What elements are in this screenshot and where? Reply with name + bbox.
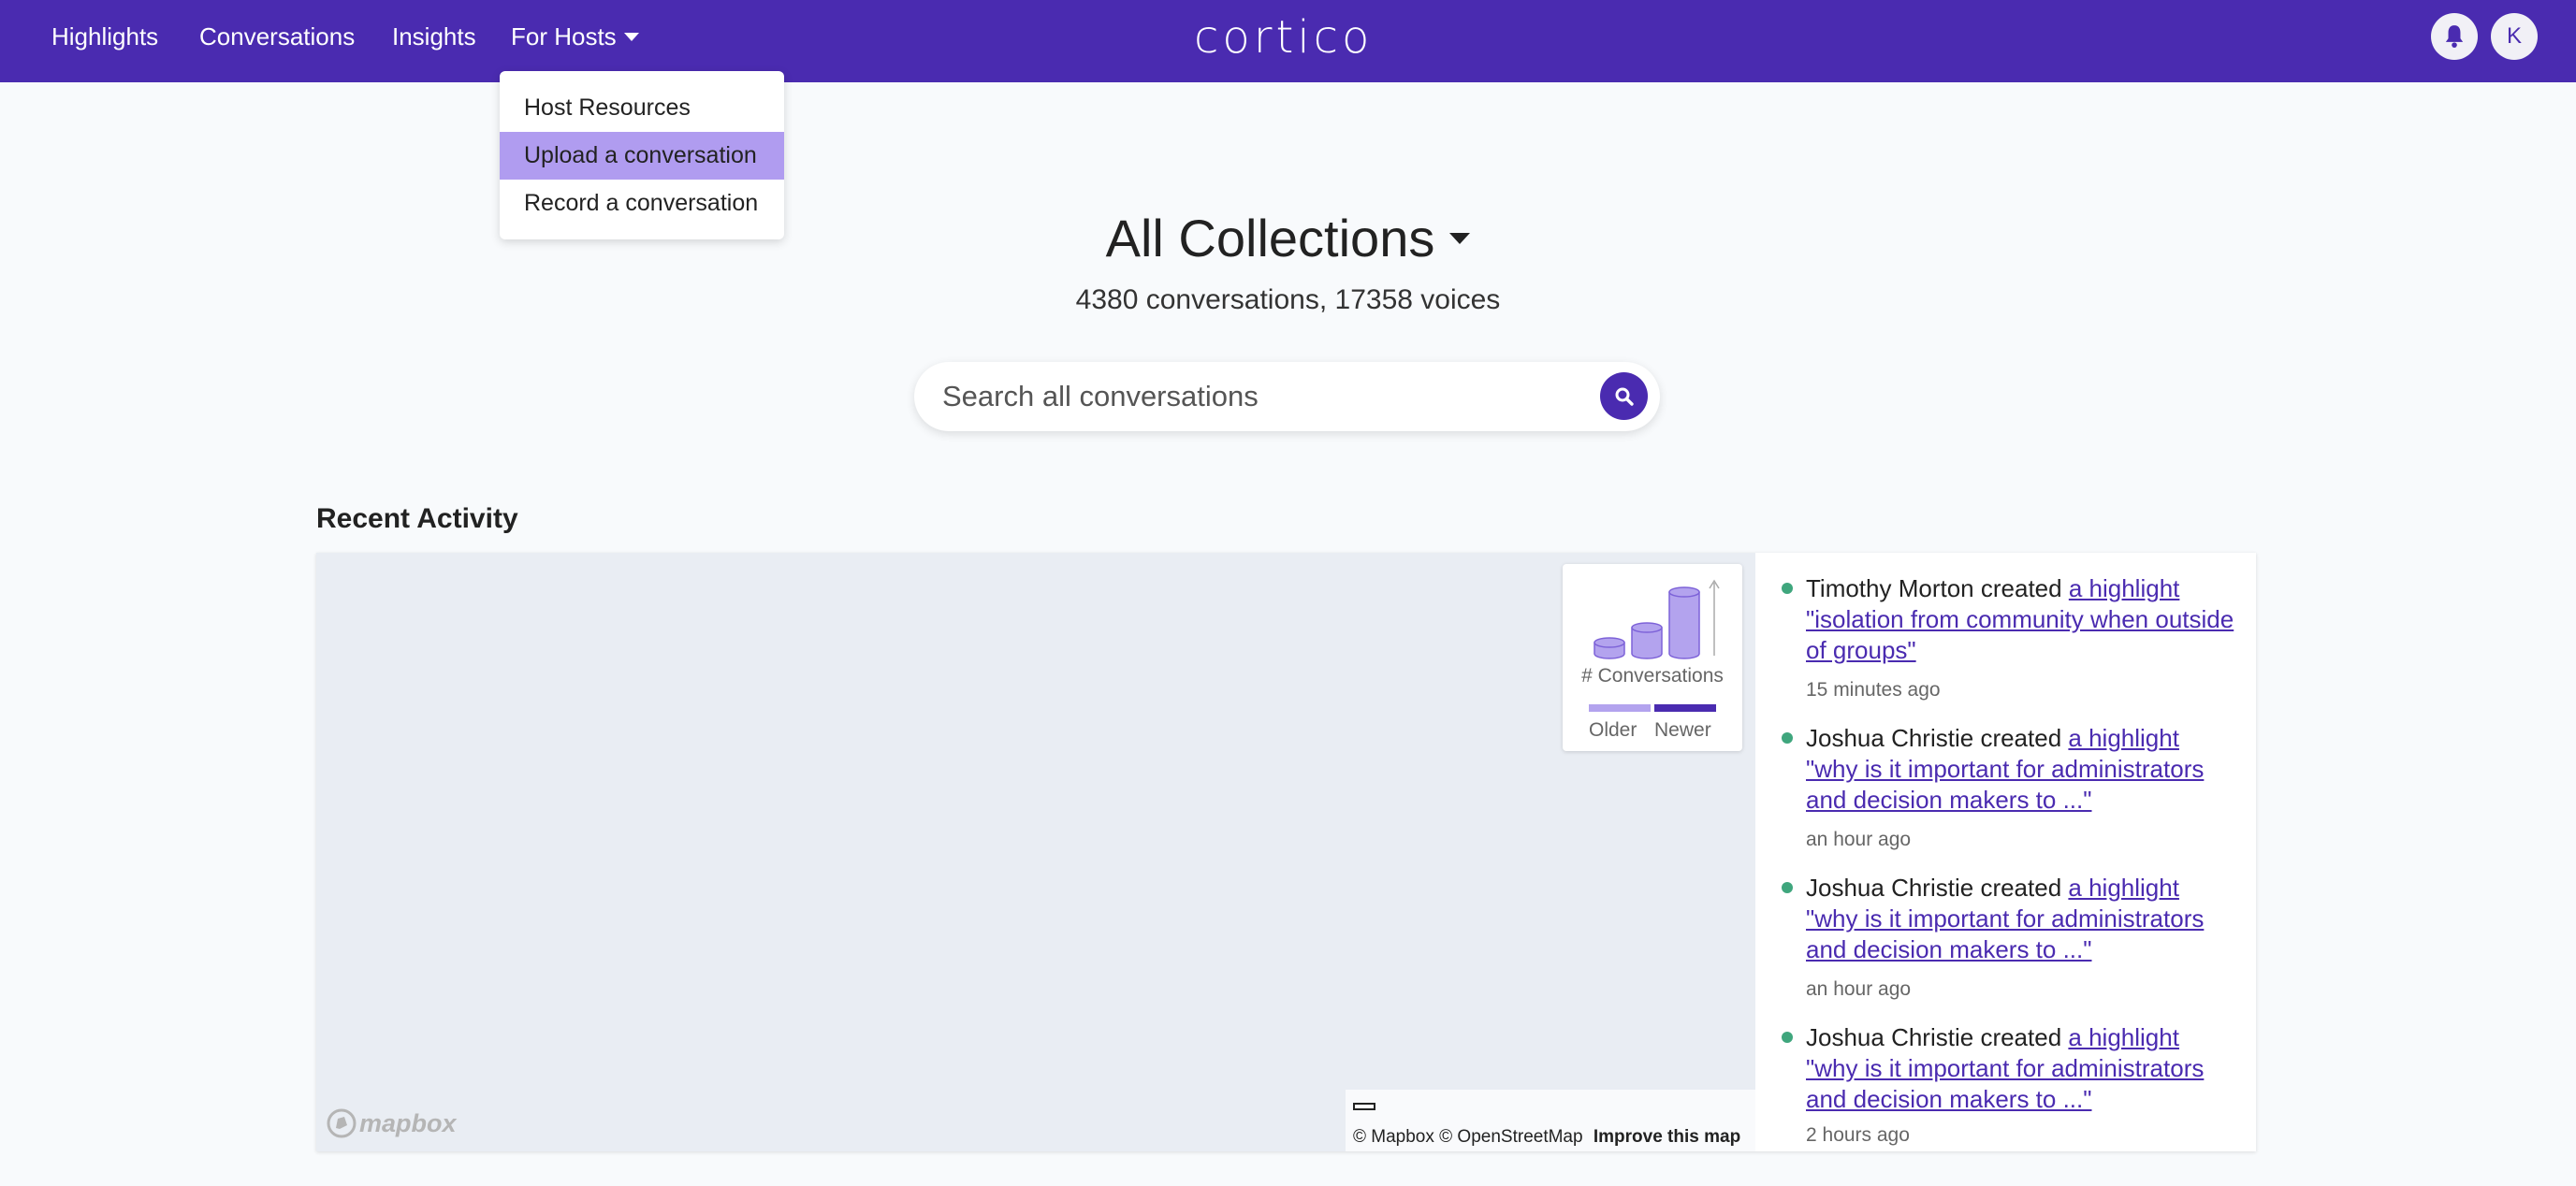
status-dot: [1782, 882, 1793, 893]
notifications-button[interactable]: [2431, 13, 2478, 60]
search-button[interactable]: [1600, 372, 1648, 420]
user-avatar-button[interactable]: K: [2491, 13, 2538, 60]
mapbox-logo-text: mapbox: [359, 1108, 457, 1137]
activity-verb: created: [1980, 574, 2062, 602]
improve-map-link[interactable]: Improve this map: [1594, 1127, 1740, 1147]
legend-newer-bar: [1654, 704, 1716, 712]
recent-activity-heading: Recent Activity: [316, 503, 518, 534]
status-dot: [1782, 1032, 1793, 1043]
activity-timestamp: 2 hours ago: [1806, 1124, 1910, 1146]
map-legend: # Conversations Older Newer: [1563, 564, 1742, 751]
osm-attribution-link[interactable]: © OpenStreetMap: [1439, 1127, 1582, 1147]
conversations-bars-icon: [1594, 579, 1720, 659]
activity-item: Joshua Christie created a highlight "why…: [1776, 723, 2244, 863]
activity-actor: Joshua Christie: [1806, 874, 1974, 902]
menu-item-upload-conversation[interactable]: Upload a conversation: [500, 132, 784, 180]
activity-actor: Joshua Christie: [1806, 1023, 1974, 1051]
collection-stats: 4380 conversations, 17358 voices: [1075, 284, 1501, 315]
activity-verb: created: [1980, 874, 2062, 902]
activity-feed: Timothy Morton created a highlight "isol…: [1776, 553, 2256, 1151]
nav-highlights[interactable]: Highlights: [51, 0, 158, 73]
activity-actor: Joshua Christie: [1806, 724, 1974, 752]
activity-timestamp: an hour ago: [1806, 978, 1912, 1000]
menu-item-host-resources[interactable]: Host Resources: [500, 84, 784, 132]
map-attribution: © Mapbox © OpenStreetMap Improve this ma…: [1346, 1090, 1755, 1151]
recent-activity-panel: # Conversations Older Newer mapbox © Map…: [316, 553, 2256, 1151]
mapbox-logo-icon: [327, 1108, 357, 1138]
legend-older-label: Older: [1589, 719, 1637, 741]
search-icon: [1615, 387, 1634, 406]
nav-for-hosts[interactable]: For Hosts: [511, 0, 639, 73]
activity-timestamp: 15 minutes ago: [1806, 679, 1941, 701]
caret-down-icon: [623, 32, 639, 41]
map-scale-bar: [1353, 1103, 1375, 1110]
legend-newer-label: Newer: [1654, 719, 1711, 741]
status-dot: [1782, 732, 1793, 744]
activity-verb: created: [1980, 724, 2062, 752]
mapbox-attribution-link[interactable]: © Mapbox: [1353, 1127, 1434, 1147]
top-navbar: Highlights Conversations Insights For Ho…: [0, 0, 2576, 82]
activity-verb: created: [1980, 1023, 2062, 1051]
search-bar: [914, 362, 1660, 431]
bell-icon: [2445, 25, 2464, 48]
legend-older-bar: [1589, 704, 1651, 712]
nav-for-hosts-label: For Hosts: [511, 22, 617, 51]
activity-actor: Timothy Morton: [1806, 574, 1974, 602]
page-title: All Collections: [1105, 209, 1435, 268]
activity-item: Joshua Christie created a highlight "why…: [1776, 873, 2244, 1013]
status-dot: [1782, 583, 1793, 594]
activity-timestamp: an hour ago: [1806, 829, 1912, 850]
activity-item: Joshua Christie created a highlight "why…: [1776, 1022, 2244, 1151]
collection-selector[interactable]: All Collections: [0, 208, 2576, 268]
mapbox-logo[interactable]: mapbox: [326, 1106, 457, 1140]
cortico-logo[interactable]: cortico: [1194, 11, 1373, 64]
caret-down-icon: [1449, 233, 1471, 245]
nav-insights[interactable]: Insights: [392, 0, 476, 73]
legend-label: # Conversations: [1581, 665, 1724, 687]
avatar-initial: K: [2506, 23, 2522, 49]
search-input[interactable]: [942, 362, 1560, 431]
nav-conversations[interactable]: Conversations: [199, 0, 355, 73]
activity-map[interactable]: # Conversations Older Newer mapbox © Map…: [316, 553, 1755, 1151]
activity-item: Timothy Morton created a highlight "isol…: [1776, 573, 2244, 714]
